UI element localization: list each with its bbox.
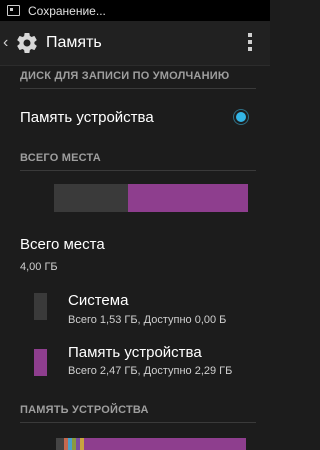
legend-title-system: Система	[68, 292, 129, 309]
default-disk-option[interactable]: Память устройства	[20, 106, 250, 128]
overflow-menu-icon[interactable]	[248, 33, 252, 51]
radio-selected-icon[interactable]	[236, 112, 246, 122]
gear-icon[interactable]	[15, 31, 39, 55]
device-memory-color-swatch	[34, 349, 47, 376]
total-space-label: Всего места	[20, 236, 105, 253]
total-space-header: ВСЕГО МЕСТА	[20, 152, 256, 171]
legend-title-device-memory: Память устройства	[68, 344, 202, 361]
legend-detail-device-memory: Всего 2,47 ГБ, Доступно 2,29 ГБ	[68, 365, 233, 377]
default-disk-header: ДИСК ДЛЯ ЗАПИСИ ПО УМОЛЧАНИЮ	[20, 70, 256, 89]
legend-detail-system: Всего 1,53 ГБ, Доступно 0,00 Б	[68, 314, 227, 326]
total-space-value: 4,00 ГБ	[20, 261, 58, 273]
chevron-left-icon[interactable]: ‹	[3, 35, 11, 51]
usage-bar-segment-1	[128, 184, 248, 212]
legend-item-system[interactable]: Система Всего 1,53 ГБ, Доступно 0,00 Б	[34, 292, 254, 332]
saving-notification-icon	[7, 5, 20, 16]
status-text: Сохранение...	[28, 3, 106, 18]
status-bar: Сохранение...	[0, 0, 270, 21]
device-memory-header: ПАМЯТЬ УСТРОЙСТВА	[20, 404, 256, 423]
usage-bar-segment-0	[54, 184, 129, 212]
legend-item-device-memory[interactable]: Память устройства Всего 2,47 ГБ, Доступн…	[34, 344, 254, 392]
page-title: Память	[46, 34, 102, 51]
device-memory-usage-bar-partial	[56, 438, 246, 450]
system-color-swatch	[34, 293, 47, 320]
default-disk-label: Память устройства	[20, 108, 154, 126]
storage-usage-bar	[54, 184, 248, 212]
action-bar: ‹ Память	[0, 21, 270, 66]
